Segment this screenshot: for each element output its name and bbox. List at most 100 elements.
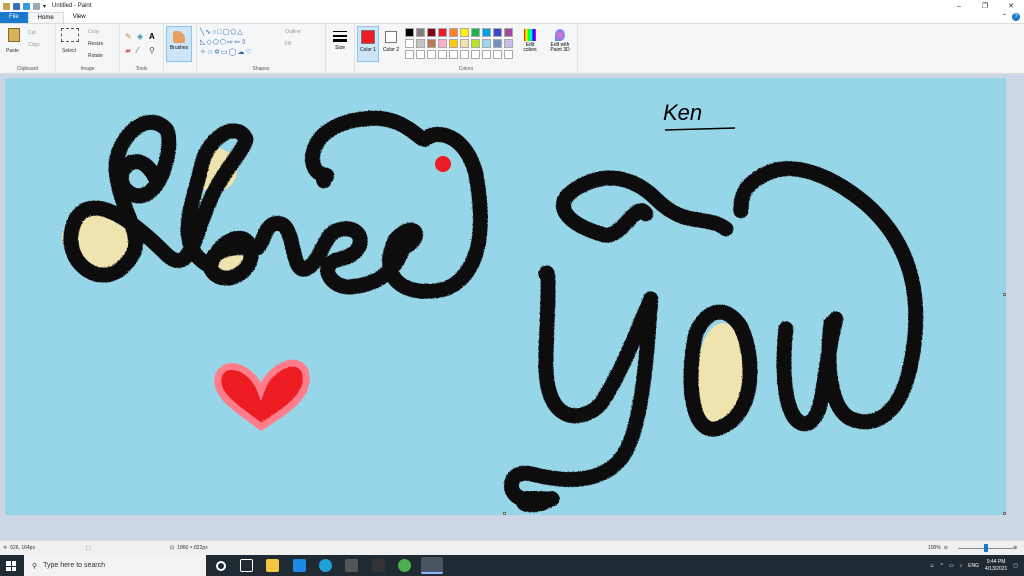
crop-button[interactable]: Crop: [88, 29, 99, 35]
file-explorer-icon[interactable]: [266, 559, 279, 572]
size-button[interactable]: Size: [329, 27, 351, 63]
custom-color-swatch[interactable]: [493, 50, 502, 59]
palette-swatch[interactable]: [482, 39, 491, 48]
palette-swatch[interactable]: [427, 39, 436, 48]
color-picker-icon[interactable]: ⁄: [137, 46, 138, 55]
tab-view[interactable]: View: [64, 12, 95, 23]
right-arrow-shape-icon[interactable]: ⇨: [227, 39, 234, 46]
show-hidden-icon[interactable]: ^: [941, 563, 943, 569]
palette-swatch[interactable]: [493, 28, 502, 37]
palette-swatch[interactable]: [493, 39, 502, 48]
volume-icon[interactable]: ♪: [960, 563, 963, 569]
four-point-star-shape-icon[interactable]: ✧: [200, 49, 207, 56]
network-icon[interactable]: ▭: [949, 563, 954, 569]
custom-color-swatch[interactable]: [504, 50, 513, 59]
up-arrow-shape-icon[interactable]: ⇧: [241, 39, 248, 46]
left-arrow-shape-icon[interactable]: ⇦: [234, 39, 241, 46]
custom-color-swatch[interactable]: [427, 50, 436, 59]
custom-color-swatch[interactable]: [449, 50, 458, 59]
palette-swatch[interactable]: [449, 28, 458, 37]
rounded-callout-shape-icon[interactable]: ▭: [221, 49, 229, 56]
palette-swatch[interactable]: [471, 39, 480, 48]
app-icon[interactable]: [372, 559, 385, 572]
close-button[interactable]: ✕: [998, 0, 1024, 12]
custom-color-swatch[interactable]: [416, 50, 425, 59]
redo-icon[interactable]: [33, 2, 40, 10]
store-icon[interactable]: [345, 559, 358, 572]
palette-swatch[interactable]: [449, 39, 458, 48]
palette-swatch[interactable]: [438, 39, 447, 48]
palette-swatch[interactable]: [416, 28, 425, 37]
heart-shape-icon[interactable]: ♡: [246, 49, 253, 56]
resize-handle-bottom[interactable]: [503, 512, 506, 515]
cortana-icon[interactable]: [216, 561, 226, 571]
magnifier-icon[interactable]: ⚲: [149, 46, 155, 55]
color2-button[interactable]: Color 2: [381, 26, 401, 62]
triangle-shape-icon[interactable]: △: [237, 29, 243, 36]
zoom-slider-thumb[interactable]: [984, 544, 988, 552]
eraser-icon[interactable]: ▰: [125, 46, 131, 55]
tab-file[interactable]: File: [0, 12, 28, 23]
save-icon[interactable]: [13, 2, 20, 10]
select-button[interactable]: Select: [62, 48, 76, 54]
mail-icon[interactable]: [293, 559, 306, 572]
select-icon[interactable]: [61, 28, 79, 42]
zoom-in-icon[interactable]: ⊕: [1013, 545, 1017, 551]
paste-button[interactable]: [6, 27, 22, 47]
text-icon[interactable]: A: [149, 32, 155, 41]
rotate-button[interactable]: Rotate: [88, 53, 103, 59]
oval-callout-shape-icon[interactable]: ◯: [229, 49, 238, 56]
hexagon-shape-icon[interactable]: ⬡: [220, 39, 227, 46]
edit-colors-button[interactable]: Edit colors: [519, 28, 541, 62]
clock[interactable]: 9:44 PM 4/13/2021: [985, 559, 1007, 573]
language-indicator[interactable]: ENG: [968, 563, 979, 569]
palette-swatch[interactable]: [504, 28, 513, 37]
customize-quick-access-icon[interactable]: ▾: [43, 3, 46, 10]
maximize-button[interactable]: ❐: [972, 0, 998, 12]
color1-button[interactable]: Color 1: [357, 26, 379, 62]
resize-handle-right[interactable]: [1003, 293, 1006, 296]
brushes-button[interactable]: Brushes: [166, 26, 192, 62]
fill-dropdown[interactable]: Fill: [285, 41, 291, 47]
palette-swatch[interactable]: [460, 39, 469, 48]
paint-taskbar-icon[interactable]: [421, 557, 443, 574]
taskbar-search-box[interactable]: ⚲ Type here to search: [24, 555, 206, 576]
cut-button[interactable]: Cut: [28, 30, 36, 36]
palette-swatch[interactable]: [405, 39, 414, 48]
windows-start-icon[interactable]: [6, 561, 16, 571]
resize-button[interactable]: Resize: [88, 41, 103, 47]
fill-icon[interactable]: ◈: [137, 32, 143, 41]
custom-color-swatch[interactable]: [405, 50, 414, 59]
shapes-gallery[interactable]: ╲∿○□▢⬠△ ◺◇⬠⬡⇨⇦⇧ ✧☆✡▭◯☁♡: [200, 28, 278, 58]
palette-swatch[interactable]: [504, 39, 513, 48]
palette-swatch[interactable]: [460, 28, 469, 37]
zoom-out-icon[interactable]: ⊖: [944, 545, 948, 551]
chrome-icon[interactable]: [398, 559, 411, 572]
people-icon[interactable]: ☺: [929, 563, 934, 569]
copy-button[interactable]: Copy: [28, 42, 40, 48]
palette-swatch[interactable]: [405, 28, 414, 37]
collapse-ribbon-icon[interactable]: ⌃: [1002, 13, 1007, 21]
notifications-icon[interactable]: ▢: [1013, 563, 1018, 569]
palette-swatch[interactable]: [416, 39, 425, 48]
edge-icon[interactable]: [319, 559, 332, 572]
edit-with-paint3d-button[interactable]: Edit with Paint 3D: [545, 28, 575, 62]
drawing-canvas[interactable]: Ken: [5, 78, 1006, 515]
help-icon[interactable]: ?: [1012, 13, 1020, 21]
minimize-button[interactable]: –: [946, 0, 972, 12]
tab-home[interactable]: Home: [27, 12, 64, 23]
outline-dropdown[interactable]: Outline: [285, 29, 301, 35]
undo-icon[interactable]: [23, 2, 30, 10]
custom-color-swatch[interactable]: [471, 50, 480, 59]
palette-swatch[interactable]: [438, 28, 447, 37]
pentagon-shape-icon[interactable]: ⬠: [213, 39, 220, 46]
custom-color-swatch[interactable]: [482, 50, 491, 59]
resize-handle-corner[interactable]: [1003, 512, 1006, 515]
palette-swatch[interactable]: [482, 28, 491, 37]
palette-swatch[interactable]: [471, 28, 480, 37]
custom-color-swatch[interactable]: [460, 50, 469, 59]
six-point-star-shape-icon[interactable]: ✡: [214, 49, 221, 56]
palette-swatch[interactable]: [427, 28, 436, 37]
pencil-icon[interactable]: ✎: [125, 32, 132, 41]
cloud-callout-shape-icon[interactable]: ☁: [238, 49, 246, 56]
